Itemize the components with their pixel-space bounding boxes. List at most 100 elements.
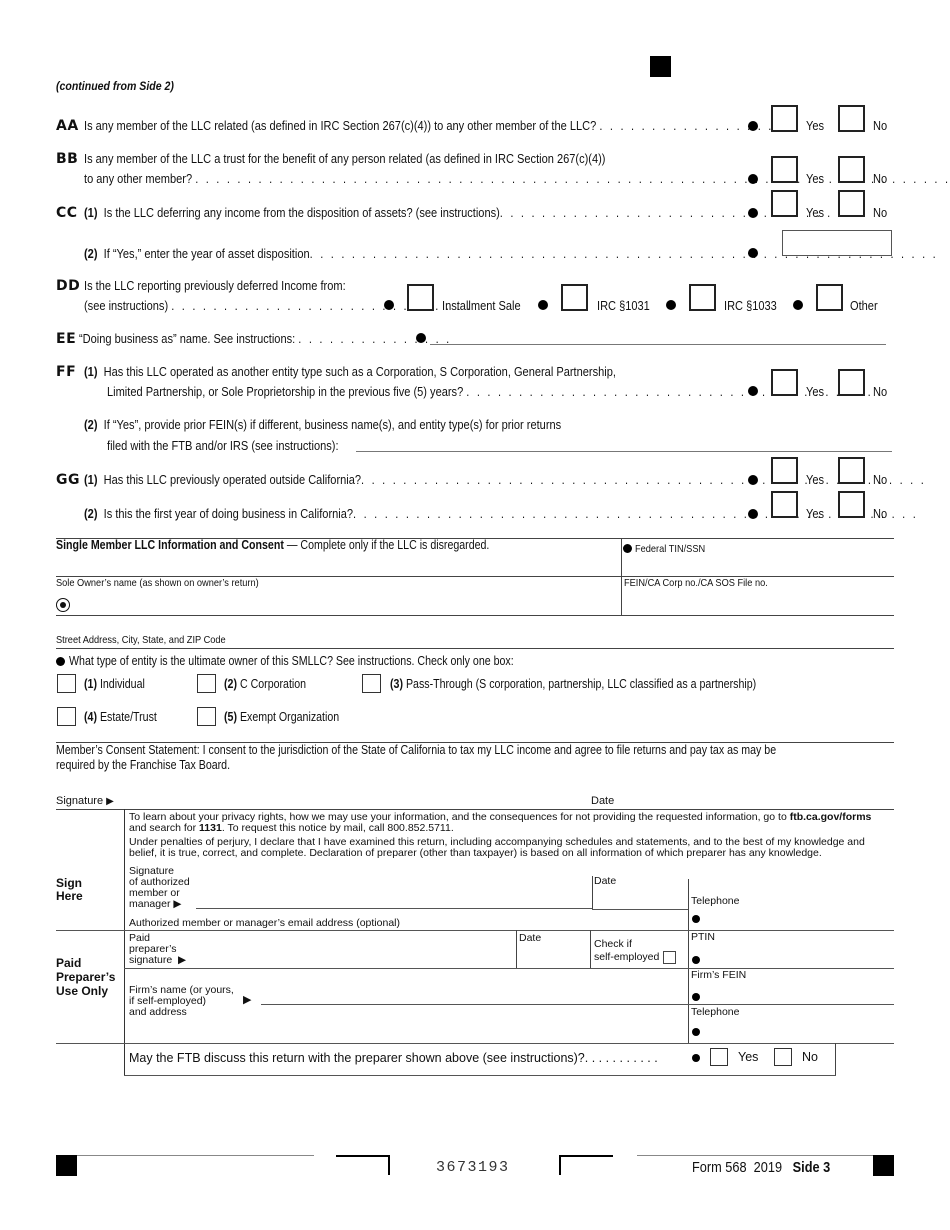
divider	[56, 615, 894, 616]
registration-mark-bottom-left	[56, 1155, 77, 1176]
discuss-yes-label: Yes	[738, 1050, 759, 1064]
question-ff-1-text-1: (1) Has this LLC operated as another ent…	[84, 364, 616, 379]
question-ff-2-label: If “Yes”, provide prior FEIN(s) if diffe…	[103, 417, 562, 432]
required-bullet-icon	[748, 509, 758, 519]
gg2-no-label: No	[873, 506, 888, 521]
ff-no-label: No	[873, 384, 888, 399]
privacy-text: . To request this notice by mail, call 8…	[221, 822, 454, 834]
federal-tin-label: Federal TIN/SSN	[635, 543, 706, 555]
preparer-signature-input[interactable]	[200, 945, 512, 965]
bb-no-checkbox[interactable]	[838, 156, 865, 183]
notice-number: 1131	[199, 822, 222, 834]
cc-no-checkbox[interactable]	[838, 190, 865, 217]
question-ee-letter: EE	[56, 331, 77, 347]
ftb-forms-link[interactable]: ftb.ca.gov/forms	[790, 811, 872, 823]
question-ff-letter: FF	[56, 364, 77, 380]
owner-name-input[interactable]	[76, 594, 616, 614]
cc-yes-checkbox[interactable]	[771, 190, 798, 217]
prior-fein-input[interactable]	[356, 435, 892, 452]
question-dd-label: (see instructions)	[84, 298, 169, 313]
entity-question: What type of entity is the ultimate owne…	[69, 654, 514, 668]
question-gg-letter: GG	[56, 472, 80, 488]
question-cc-letter: CC	[56, 205, 78, 221]
self-employed-checkbox[interactable]	[663, 951, 676, 964]
divider	[124, 968, 894, 969]
question-aa-label: Is any member of the LLC related (as def…	[84, 118, 597, 133]
leader-dots: . . . . . . . . . . . . . . .	[298, 331, 452, 346]
entity-individual-checkbox[interactable]	[57, 674, 76, 693]
continued-label: (continued from Side 2)	[56, 79, 174, 93]
member-signature-line[interactable]	[196, 908, 592, 909]
required-bullet-icon	[692, 993, 700, 1001]
required-bullet-icon	[384, 300, 394, 310]
discuss-text: May the FTB discuss this return with the…	[129, 1051, 585, 1065]
entity-estate-trust-checkbox[interactable]	[57, 707, 76, 726]
aa-no-label: No	[873, 118, 888, 133]
question-ff-2-text-2: filed with the FTB and/or IRS (see instr…	[107, 438, 339, 453]
required-bullet-icon	[793, 300, 803, 310]
self-employed-line: self-employed	[594, 951, 660, 963]
address-label: Street Address, City, State, and ZIP Cod…	[56, 634, 226, 646]
discuss-yes-checkbox[interactable]	[710, 1048, 728, 1066]
ff-yes-checkbox[interactable]	[771, 369, 798, 396]
aa-yes-checkbox[interactable]	[771, 105, 798, 132]
question-cc-1-text: (1) Is the LLC deferring any income from…	[84, 205, 843, 220]
gg2-yes-label: Yes	[806, 506, 825, 521]
preparer-heading-line: Preparer’s	[56, 970, 116, 984]
question-gg-1-text: (1) Has this LLC previously operated out…	[84, 472, 926, 487]
privacy-notice-2: and search for 1131. To request this not…	[129, 823, 454, 834]
divider	[77, 1155, 314, 1156]
smllc-signature-label: Signature ▶	[56, 796, 114, 808]
question-ee-text: “Doing business as” name. See instructio…	[79, 331, 451, 346]
dd-irc1033-checkbox[interactable]	[689, 284, 716, 311]
dd-installment-sale-checkbox[interactable]	[407, 284, 434, 311]
federal-tin-input[interactable]	[623, 556, 893, 576]
divider	[835, 1043, 836, 1075]
cc-year-input[interactable]	[782, 230, 892, 256]
member-date-label: Date	[594, 875, 617, 887]
dba-name-input[interactable]	[430, 328, 886, 345]
preparer-heading-line: Paid	[56, 956, 82, 970]
gg2-no-checkbox[interactable]	[838, 491, 865, 518]
item-number: (1)	[84, 364, 98, 379]
required-bullet-icon	[748, 248, 758, 258]
option-label: Individual	[99, 677, 145, 691]
ptin-label: PTIN	[691, 931, 715, 943]
ff-no-checkbox[interactable]	[838, 369, 865, 396]
smllc-signature-input[interactable]	[120, 792, 890, 808]
required-bullet-icon	[748, 121, 758, 131]
aa-yes-label: Yes	[806, 118, 825, 133]
sig-label-line: signature	[129, 954, 173, 966]
entity-exempt-org-checkbox[interactable]	[197, 707, 216, 726]
leader-dots: . . . . . . . . . . . . . . . . . . . . …	[195, 171, 950, 186]
required-bullet-icon	[692, 1054, 700, 1062]
gg2-yes-checkbox[interactable]	[771, 491, 798, 518]
dd-other-checkbox[interactable]	[816, 284, 843, 311]
email-input[interactable]	[440, 914, 684, 928]
preparer-heading-line: Use Only	[56, 984, 109, 998]
member-telephone-label: Telephone	[691, 895, 740, 907]
item-number: (1)	[84, 205, 98, 220]
gg1-yes-checkbox[interactable]	[771, 457, 798, 484]
owner-name-label: Sole Owner’s name (as shown on owner’s r…	[56, 577, 259, 589]
gg1-no-label: No	[873, 472, 888, 487]
barcode-number: 3673193	[436, 1159, 510, 1176]
discuss-no-label: No	[802, 1050, 818, 1064]
leader-dots: . . . . . . . . . . . . . . . . . . . . …	[171, 298, 483, 313]
divider	[688, 1004, 894, 1005]
corner-mark-right	[559, 1155, 613, 1175]
item-number: (2)	[84, 506, 98, 521]
dd-irc1031-checkbox[interactable]	[561, 284, 588, 311]
corner-mark-left	[336, 1155, 390, 1175]
aa-no-checkbox[interactable]	[838, 105, 865, 132]
entity-c-corp-checkbox[interactable]	[197, 674, 216, 693]
divider	[592, 876, 593, 909]
bb-yes-checkbox[interactable]	[771, 156, 798, 183]
discuss-no-checkbox[interactable]	[774, 1048, 792, 1066]
firm-name-line[interactable]	[261, 1004, 688, 1005]
entity-pass-through-checkbox[interactable]	[362, 674, 381, 693]
gg1-no-checkbox[interactable]	[838, 457, 865, 484]
divider	[124, 809, 125, 1075]
question-ff-1-label: Has this LLC operated as another entity …	[103, 364, 616, 379]
fein-input[interactable]	[626, 594, 892, 614]
